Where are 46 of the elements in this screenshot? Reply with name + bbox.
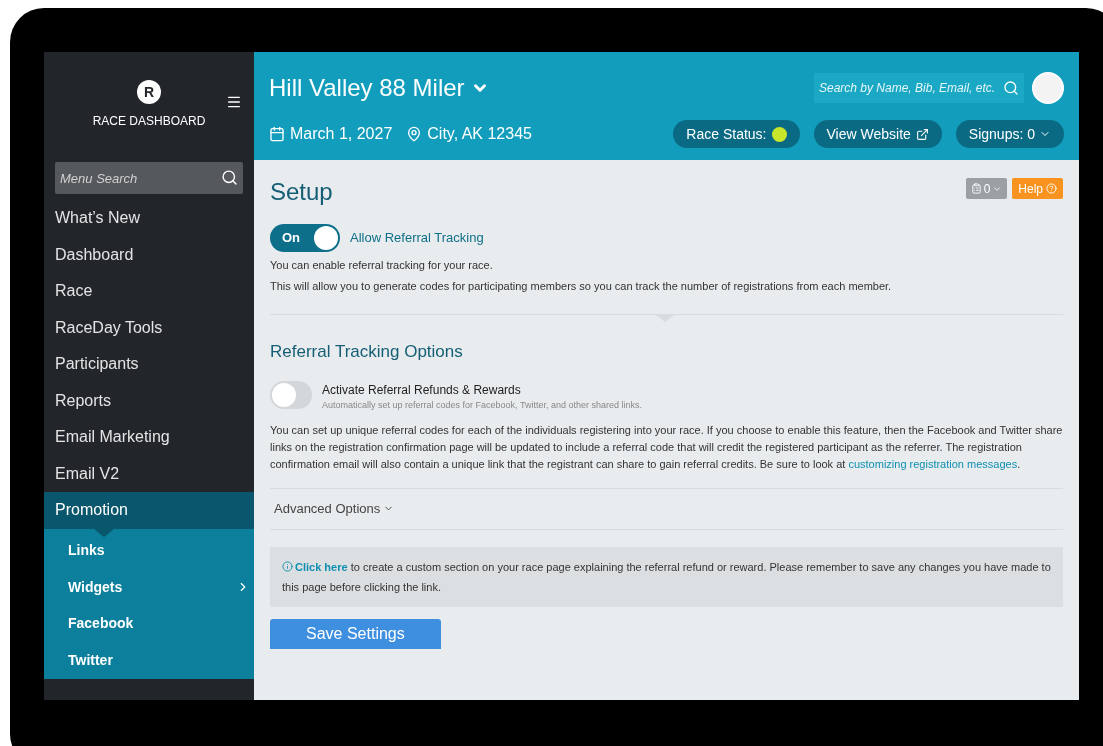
location-pin-icon (406, 126, 423, 142)
list-icon (970, 183, 982, 194)
sidebar-item[interactable]: Email Marketing (44, 419, 254, 456)
page-title: Setup (270, 177, 333, 207)
menu-icon[interactable] (226, 94, 242, 110)
submenu-item[interactable]: Widgets (44, 569, 254, 606)
toggle-label: Activate Referral Refunds & Rewards (322, 381, 522, 399)
toggle-switch[interactable] (270, 380, 312, 409)
view-website-button[interactable]: View Website (813, 120, 942, 148)
brand-title: RACE DASHBOARD (92, 113, 206, 130)
menu-search-field[interactable]: Menu Search (55, 162, 243, 194)
external-link-icon (915, 127, 929, 141)
submenu-item[interactable]: Links (44, 532, 254, 569)
description-paragraph: You can set up unique referral codes for each of the individuals registering into your race. If you choose to enable this feature, then the Facebook and Twitter share links on the registration confirmation page will be updated to include a referral code that will credit the registered participant as the referrer. The registration confirmation email will also contain a unique link that the registrant can share to gain referral credits. Be sure to look at customizing registration messages. (270, 423, 1063, 472)
save-settings-button[interactable]: Save Settings (270, 618, 441, 649)
info-text: Click here to create a custom section on your race page explaining the referral refund or reward. Please remember to save any changes you have made to this page before clicking the link. (282, 559, 1051, 595)
toggle-hint: Automatically set up referral codes for Facebook, Twitter, and other shared links. (322, 398, 642, 412)
sidebar-item[interactable]: What’s New (44, 200, 254, 237)
sidebar-item[interactable]: Reports (44, 382, 254, 419)
advanced-options-toggle[interactable]: Advanced Options (274, 499, 395, 519)
sidebar-item[interactable]: Email V2 (44, 455, 254, 492)
calendar-icon (269, 126, 285, 142)
sidebar-item[interactable]: Participants (44, 346, 254, 383)
sidebar-item[interactable]: Race (44, 273, 254, 310)
help-icon (1046, 183, 1057, 194)
global-search-field[interactable]: Search by Name, Bib, Email, etc. (814, 73, 1024, 103)
sidebar-item[interactable]: Promotion (44, 492, 254, 529)
race-date: March 1, 2027 (290, 124, 393, 144)
info-icon (282, 560, 293, 572)
toggle-label: Allow Referral Tracking (350, 229, 484, 248)
race-location: City, AK 12345 (427, 124, 532, 144)
sidebar-item[interactable]: RaceDay Tools (44, 309, 254, 346)
logo-icon: R (137, 80, 161, 104)
toggle-switch[interactable]: On (270, 224, 340, 252)
help-text: This will allow you to generate codes for participating members so you can track the number of registrations from each member. (270, 278, 893, 294)
pointer-notch (94, 528, 114, 537)
sidebar-item[interactable]: Dashboard (44, 236, 254, 273)
race-status-button[interactable]: Race Status: (673, 120, 800, 148)
section-title: Referral Tracking Options (270, 341, 464, 363)
help-text: You can enable referral tracking for your race. (270, 258, 494, 273)
race-selector[interactable]: Hill Valley 88 Miler (269, 70, 489, 106)
signups-button[interactable]: Signups: 0 (955, 120, 1064, 148)
avatar-icon[interactable] (1032, 72, 1064, 104)
submenu-item[interactable]: Facebook (44, 605, 254, 642)
search-icon[interactable] (221, 169, 238, 186)
submenu-item[interactable]: Twitter (44, 642, 254, 679)
